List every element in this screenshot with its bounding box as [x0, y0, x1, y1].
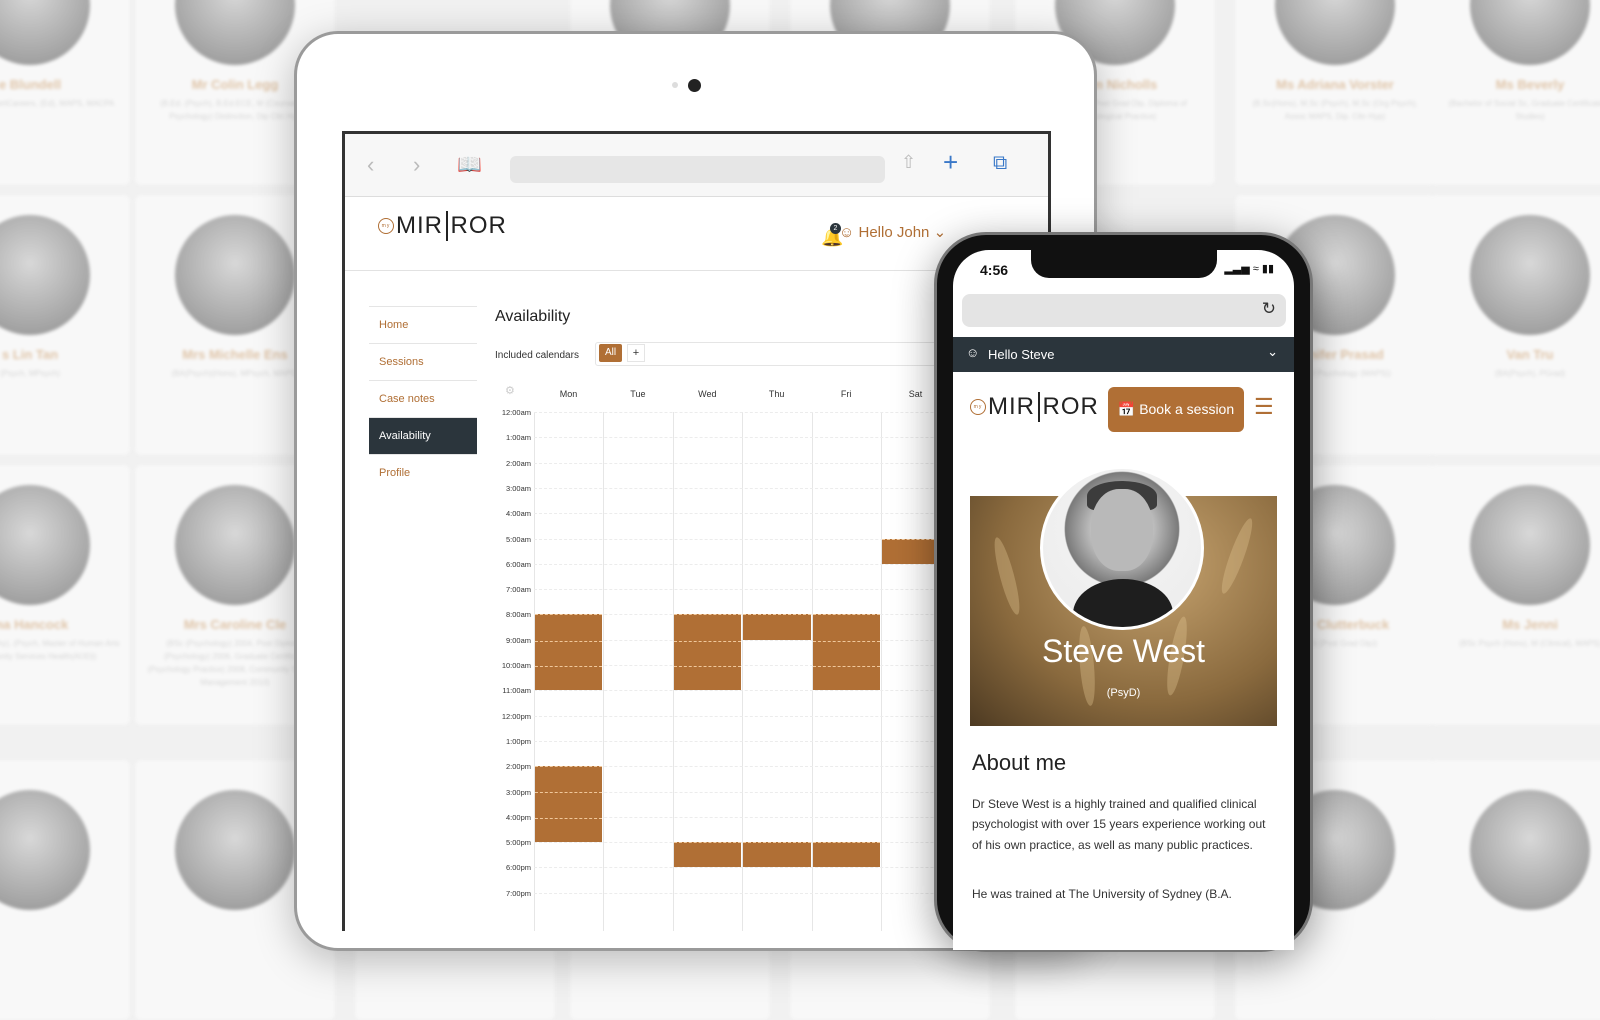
time-label: 6:00pm — [505, 863, 531, 873]
availability-block[interactable] — [535, 614, 603, 691]
profile-name: Steve West — [1041, 633, 1206, 669]
hamburger-menu-icon[interactable]: ☰ — [1254, 394, 1274, 420]
psychologist-photo — [1470, 790, 1590, 910]
time-label: 2:00am — [505, 458, 531, 468]
day-header: Tue — [630, 389, 646, 399]
card-name: Van Tru — [1506, 347, 1554, 362]
wifi-icon: ≈ — [1252, 263, 1259, 275]
psychologist-photo — [0, 0, 90, 65]
time-label: 12:00am — [501, 408, 531, 417]
directory-card: Ms Beverly (Bachelor of Social Sc, Gradua… — [1430, 0, 1600, 185]
psychologist-photo — [1470, 485, 1590, 605]
directory-card: Ms Jenni (BSc Psych (Hons), M (Clinical),… — [1430, 465, 1600, 725]
psychologist-photo — [175, 215, 295, 335]
phone-screen: 4:56 ▂▃▅ ≈ ▮▮ ↻ ☺ Hello Steve ⌄ my MIR RO… — [953, 250, 1294, 950]
availability-block[interactable] — [673, 614, 742, 691]
psychologist-photo — [1470, 0, 1590, 65]
calendar-icon: 📅 — [1117, 401, 1136, 417]
chevron-down-icon[interactable]: ⌄ — [1267, 344, 1278, 360]
status-icons: ▂▃▅ ≈ ▮▮ — [1224, 262, 1274, 275]
directory-card: Ms Adriana Vorster (B.Sc(Hons), M.Sc (Psy… — [1235, 0, 1435, 185]
directory-card: Van Tru (BA(Psych), PGrad) — [1430, 195, 1600, 455]
directory-card: e Blundell (Hons), GradCertCareers, (Ed),… — [0, 0, 130, 185]
time-label: 1:00am — [505, 433, 531, 443]
availability-block[interactable] — [743, 614, 811, 640]
directory-card: s Lin Tan (Psych, MPsych) — [0, 195, 130, 455]
phone-address-bar[interactable]: ↻ — [962, 294, 1286, 327]
availability-block[interactable] — [673, 842, 742, 868]
time-label: 2:00pm — [505, 762, 531, 772]
psychologist-photo — [1470, 215, 1590, 335]
column-divider — [881, 412, 882, 931]
card-credentials: (Bachelor of Social Sc, Graduate Certifi… — [1448, 99, 1600, 121]
time-label: 9:00am — [505, 635, 531, 645]
brand-logo[interactable]: my MIR ROR — [970, 392, 1099, 422]
psychologist-photo — [175, 0, 295, 65]
card-name: Ms Beverly — [1495, 77, 1565, 92]
time-label: 7:00am — [505, 585, 531, 595]
availability-block[interactable] — [743, 842, 811, 868]
time-label: 4:00pm — [505, 812, 531, 822]
card-name: Ms Jenni — [1502, 617, 1558, 632]
time-label: 6:00am — [505, 559, 531, 569]
signal-icon: ▂▃▅ — [1224, 263, 1250, 275]
day-header: Mon — [559, 389, 578, 399]
time-label: 5:00am — [505, 534, 531, 544]
reload-icon[interactable]: ↻ — [1262, 299, 1276, 319]
availability-block[interactable] — [812, 614, 880, 691]
day-header: Wed — [698, 389, 717, 399]
time-label: 7:00pm — [505, 888, 531, 898]
availability-block[interactable] — [812, 842, 880, 868]
card-credentials: (Psych, MPsych) — [0, 369, 60, 378]
user-bar[interactable]: ☺ Hello Steve ⌄ — [953, 337, 1294, 372]
tablet-camera — [688, 79, 701, 92]
card-name: e Blundell — [0, 77, 62, 92]
card-credentials: (B.Sc(Hons), M.Sc (Psych), M.Sc (Org Psy… — [1252, 99, 1418, 121]
about-paragraph: Dr Steve West is a highly trained and qu… — [972, 797, 1266, 852]
phone-notch — [1031, 250, 1217, 278]
availability-block[interactable] — [535, 766, 603, 843]
profile-avatar — [1040, 466, 1204, 630]
time-label: 4:00am — [505, 509, 531, 519]
time-label: 3:00pm — [505, 787, 531, 797]
directory-card — [0, 760, 130, 1020]
card-credentials: (BSc Psych (Hons), M (Clinical), MAPS) — [1459, 639, 1600, 648]
psychologist-photo — [175, 485, 295, 605]
profile-degree: (PsyD) — [1106, 687, 1141, 699]
book-session-button[interactable]: 📅 Book a session — [1108, 387, 1244, 432]
tablet-sensor — [672, 82, 678, 88]
about-paragraph: He was trained at The University of Sydn… — [972, 887, 1232, 901]
directory-card: ma Hancock (Psych/Philosophy), (Psych, Ma… — [0, 465, 130, 725]
day-header: Thu — [768, 389, 785, 399]
time-label: 11:00am — [502, 686, 531, 696]
card-credentials: (Psych/Philosophy), (Psych, Master of Hu… — [0, 639, 120, 661]
directory-card — [1430, 760, 1600, 1020]
time-label: 10:00am — [501, 661, 531, 670]
column-divider — [603, 412, 605, 931]
card-credentials: (Hons), GradCertCareers, (Ed), MAPS, MAC… — [0, 99, 115, 108]
psychologist-photo — [0, 790, 90, 910]
card-name: s Lin Tan — [1, 347, 59, 362]
psychologist-photo — [1275, 0, 1395, 65]
card-name: Ms Adriana Vorster — [1276, 77, 1394, 92]
time-label: 12:00pm — [501, 711, 531, 721]
psychologist-photo — [175, 790, 295, 910]
time-label: 3:00am — [505, 483, 531, 493]
time-label: 1:00pm — [505, 736, 531, 746]
card-name: ma Hancock — [0, 617, 69, 632]
status-time: 4:56 — [980, 262, 1009, 278]
battery-icon: ▮▮ — [1261, 263, 1274, 275]
day-header: Fri — [840, 389, 852, 399]
card-credentials: (BA(Psych), PGrad) — [1494, 369, 1566, 378]
time-label: 5:00pm — [505, 838, 531, 848]
time-label: 8:00am — [505, 610, 531, 620]
user-icon: ☺ — [966, 345, 980, 360]
psychologist-photo — [0, 485, 90, 605]
about-title: About me — [972, 750, 1067, 775]
psychologist-photo — [0, 215, 90, 335]
user-greeting: Hello Steve — [988, 347, 1055, 362]
